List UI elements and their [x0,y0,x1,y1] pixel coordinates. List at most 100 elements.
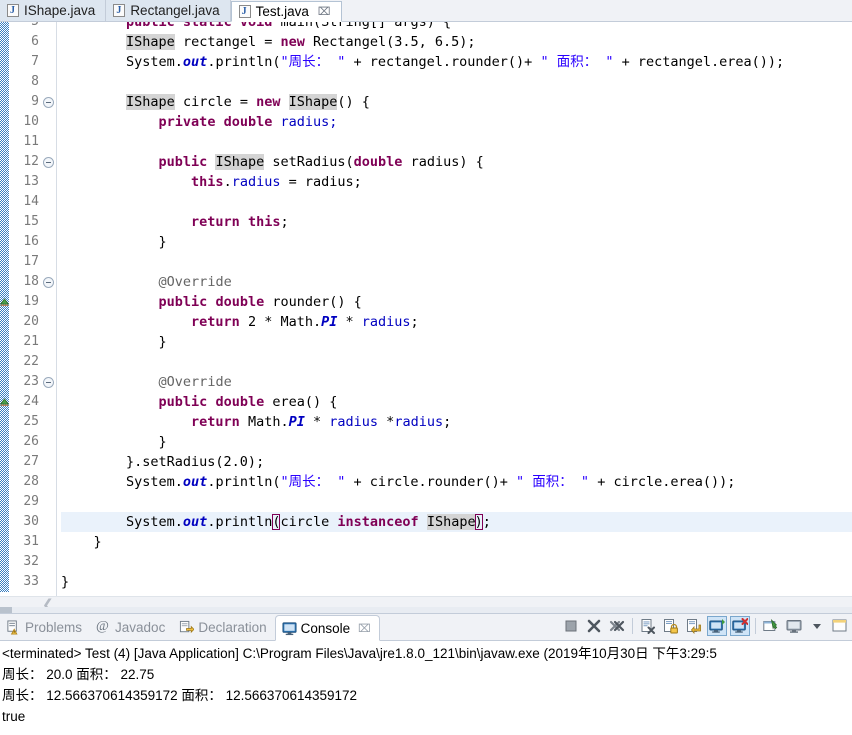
fold-collapse-icon[interactable] [43,277,54,288]
code-token: . [223,174,232,190]
code-token: * [304,414,330,430]
code-line[interactable]: IShape circle = new IShape() { [61,92,852,112]
console-output-line: true [2,709,26,724]
code-line[interactable] [61,492,852,512]
console-toolbar[interactable] [561,614,850,638]
view-tab-javadoc[interactable]: @ Javadoc [90,614,173,640]
close-icon[interactable]: ⌧ [318,6,331,17]
line-number: 11 [23,134,39,149]
remove-all-launches-button[interactable] [607,616,627,636]
code-token: public static void [126,22,281,30]
code-line[interactable]: } [61,572,852,592]
code-token: Math. [239,414,289,430]
code-token: radius [329,414,379,430]
view-tab-declaration[interactable]: Declaration [173,614,274,640]
code-line[interactable]: System.out.println("周长： " + circle.round… [61,472,852,492]
minimize-view-button[interactable] [830,616,850,636]
code-token: System. [61,514,183,530]
code-token: } [61,234,167,250]
line-number: 25 [23,414,39,429]
view-tab-console[interactable]: Console ⌧ [274,615,380,641]
fold-collapse-icon[interactable] [43,157,54,168]
editor-tab-ishape-java[interactable]: IShape.java [0,0,107,21]
line-number: 14 [23,194,39,209]
code-line[interactable]: } [61,232,852,252]
code-line[interactable]: IShape rectangel = new Rectangel(3.5, 6.… [61,32,852,52]
code-token: IShape [288,94,338,110]
code-line[interactable]: private double radius; [61,112,852,132]
line-number: 16 [23,234,39,249]
terminate-button[interactable] [561,616,581,636]
change-ruler [0,22,9,596]
code-line[interactable]: @Override [61,372,852,392]
code-line[interactable]: System.out.println("周长： " + rectangel.ro… [61,52,852,72]
editor-tab-label: Test.java [255,4,309,19]
code-token: circle [280,514,338,530]
code-line[interactable]: this.radius = radius; [61,172,852,192]
code-line[interactable]: return Math.PI * radius *radius; [61,412,852,432]
code-line[interactable]: } [61,532,852,552]
code-token: return this [191,214,281,230]
code-line-current[interactable]: System.out.println(circle instanceof ISh… [61,512,852,532]
display-selected-console-button[interactable] [784,616,804,636]
console-dropdown-button[interactable] [807,616,827,636]
code-line[interactable]: } [61,332,852,352]
code-line[interactable]: public double erea() { [61,392,852,412]
show-console-on-error-button[interactable] [730,616,750,636]
fold-collapse-icon[interactable] [43,377,54,388]
remove-launch-button[interactable] [584,616,604,636]
console-launch-header: <terminated> Test (4) [Java Application]… [2,646,717,661]
hscroll-thumb[interactable] [0,607,12,613]
code-token: return [191,414,240,430]
word-wrap-button[interactable] [684,616,704,636]
code-line[interactable] [61,192,852,212]
folding-ruler[interactable] [42,22,57,596]
code-line[interactable] [61,132,852,152]
editor-tab-rectangel-java[interactable]: Rectangel.java [106,0,231,21]
fold-collapse-icon[interactable] [43,97,54,108]
code-token: .println( [207,54,281,70]
code-line[interactable] [61,72,852,92]
line-number-ruler: 5 6 7 8 9 10 11 12 13 14 15 16 17 18 19 20 21 22 23 24 25 26 2… [9,22,42,596]
code-token: * [337,314,362,330]
editor-tab-test-java[interactable]: Test.java ⌧ [230,1,342,22]
code-line[interactable]: public static void main(String[] args) { [61,22,852,32]
line-number: 23 [23,374,39,389]
show-console-on-output-button[interactable] [707,616,727,636]
close-icon[interactable]: ⌧ [358,623,371,634]
code-line[interactable] [61,352,852,372]
code-token: instanceof [337,514,419,530]
line-number: 24 [23,394,39,409]
clear-console-button[interactable] [638,616,658,636]
code-token: IShape [126,94,175,110]
code-line[interactable]: @Override [61,272,852,292]
override-indicator-icon [0,398,9,407]
hscroll-track[interactable] [0,607,852,613]
code-line[interactable]: public IShape setRadius(double radius) { [61,152,852,172]
line-number: 13 [23,174,39,189]
pin-console-button[interactable] [761,616,781,636]
code-text-area[interactable]: public static void main(String[] args) {… [57,22,852,596]
code-token: "周长： " [280,474,346,490]
code-line[interactable]: }.setRadius(2.0); [61,452,852,472]
code-line[interactable] [61,552,852,572]
code-token: " 面积： " [540,54,614,70]
code-token: radius [394,414,444,430]
code-line[interactable]: public double rounder() { [61,292,852,312]
view-tab-problems[interactable]: Problems [0,614,90,640]
code-token: } [61,334,167,350]
console-icon [282,621,297,636]
code-token: } [61,574,70,590]
console-output[interactable]: <terminated> Test (4) [Java Application]… [0,641,852,735]
scroll-lock-button[interactable] [661,616,681,636]
code-line[interactable]: } [61,432,852,452]
code-line[interactable] [61,252,852,272]
editor-horizontal-scrollbar[interactable]: ❮ [0,596,852,613]
code-line[interactable]: return 2 * Math.PI * radius; [61,312,852,332]
code-line[interactable]: return this; [61,212,852,232]
code-editor[interactable]: 5 6 7 8 9 10 11 12 13 14 15 16 17 18 19 20 21 22 23 24 25 26 2… [0,22,852,596]
